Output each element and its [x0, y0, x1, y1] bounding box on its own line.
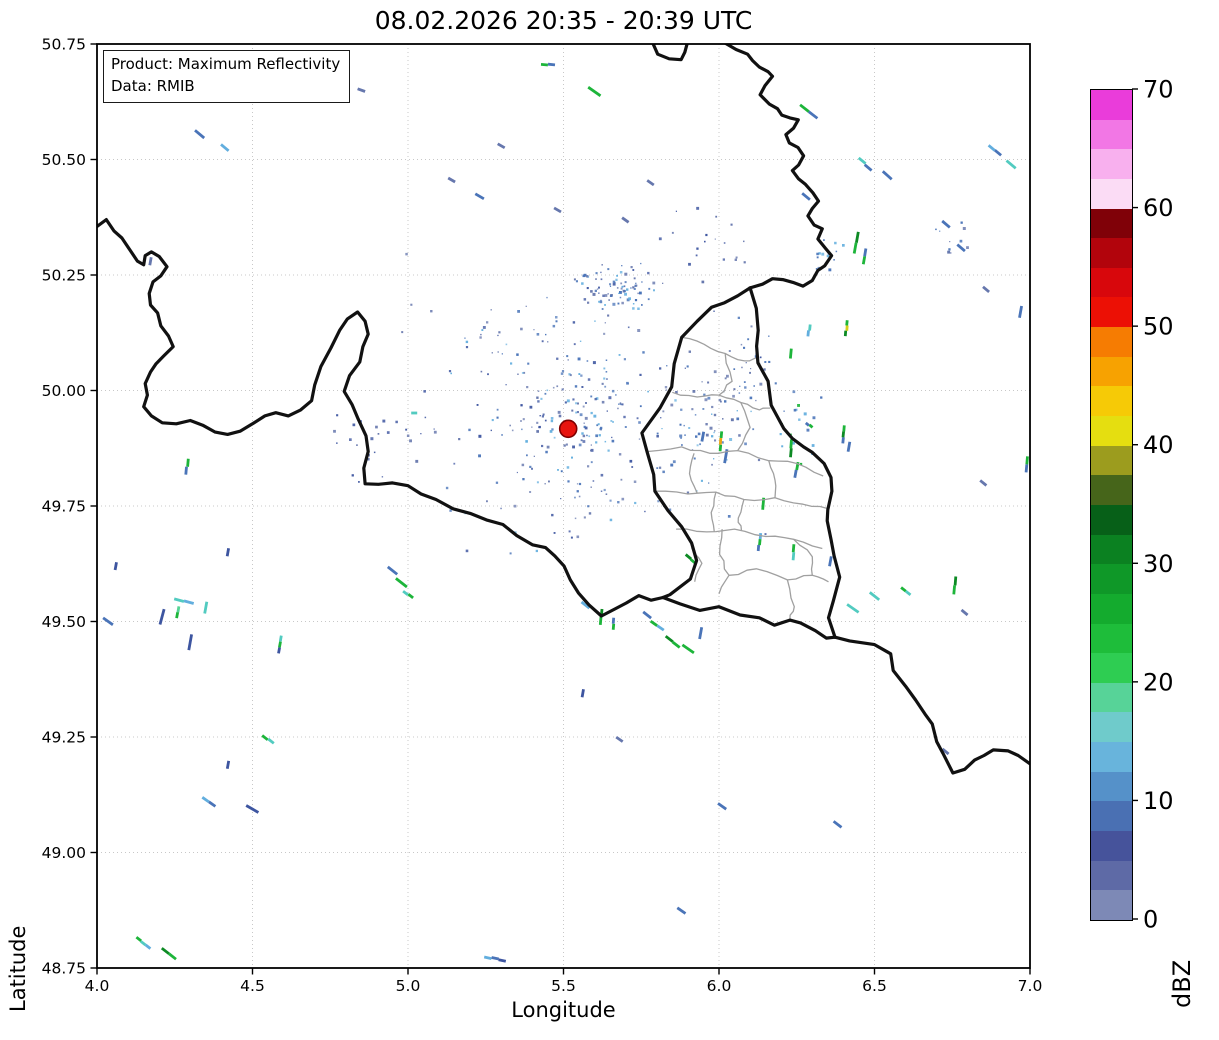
colorbar [1090, 89, 1133, 921]
colorbar-band [1091, 178, 1132, 209]
colorbar-band [1091, 208, 1132, 239]
colorbar-band [1091, 771, 1132, 802]
svg-text:50.75: 50.75 [42, 36, 86, 54]
svg-text:7.0: 7.0 [1018, 977, 1043, 995]
svg-text:49.25: 49.25 [42, 729, 86, 747]
data-source-label: Data: RMIB [111, 76, 195, 95]
svg-text:50.50: 50.50 [42, 151, 86, 169]
radar-site-marker [558, 419, 578, 439]
colorbar-band [1091, 119, 1132, 150]
svg-text:4.5: 4.5 [240, 977, 265, 995]
svg-text:6.5: 6.5 [862, 977, 887, 995]
svg-text:50.25: 50.25 [42, 267, 86, 285]
colorbar-band [1091, 860, 1132, 891]
y-axis-label: Latitude [6, 925, 30, 1012]
colorbar-band [1091, 801, 1132, 832]
colorbar-band [1091, 356, 1132, 387]
radar-echoes [102, 62, 1029, 963]
svg-text:50.00: 50.00 [42, 382, 86, 400]
colorbar-band [1091, 623, 1132, 654]
axis-ticks [90, 43, 1031, 975]
svg-text:49.00: 49.00 [42, 844, 86, 862]
colorbar-unit-label: dBZ [1168, 959, 1196, 1008]
colorbar-band [1091, 593, 1132, 624]
colorbar-band [1091, 534, 1132, 565]
x-axis-label: Longitude [511, 998, 616, 1022]
svg-text:48.75: 48.75 [42, 960, 86, 978]
svg-text:5.0: 5.0 [396, 977, 421, 995]
colorbar-band [1091, 504, 1132, 535]
radar-figure: 08.02.2026 20:35 - 20:39 UTC 4.0 4.5 5.0 5.… [0, 0, 1219, 1040]
colorbar-band [1091, 386, 1132, 417]
colorbar-band [1091, 297, 1132, 328]
colorbar-band [1091, 831, 1132, 861]
svg-text:49.50: 49.50 [42, 613, 86, 631]
regional-borders [648, 336, 829, 621]
gridlines [97, 44, 1030, 968]
tick-labels: 4.0 4.5 5.0 5.5 6.0 6.5 7.0 50.75 50.50 50.25 50.0… [42, 36, 1043, 996]
svg-text:5.5: 5.5 [551, 977, 576, 995]
colorbar-band [1091, 90, 1132, 120]
svg-text:0: 0 [1143, 906, 1158, 934]
colorbar-band [1091, 890, 1132, 920]
colorbar-band [1091, 742, 1132, 772]
svg-text:49.75: 49.75 [42, 498, 86, 516]
colorbar-band [1091, 149, 1132, 179]
svg-text:4.0: 4.0 [85, 977, 110, 995]
colorbar-band [1091, 416, 1132, 446]
colorbar-band [1091, 327, 1132, 357]
colorbar-band [1091, 475, 1132, 505]
info-box: Product: Maximum Reflectivity Data: RMIB [103, 50, 351, 103]
colorbar-band [1091, 238, 1132, 268]
plot-frame [96, 43, 1031, 969]
product-label: Product: Maximum Reflectivity [111, 55, 341, 73]
svg-text:6.0: 6.0 [707, 977, 732, 995]
colorbar-band [1091, 682, 1132, 713]
colorbar-band [1091, 564, 1132, 594]
colorbar-band [1091, 267, 1132, 298]
map-canvas: 4.0 4.5 5.0 5.5 6.0 6.5 7.0 50.75 50.50 50.25 50.0… [42, 36, 1174, 996]
colorbar-band [1091, 653, 1132, 683]
colorbar-band [1091, 445, 1132, 476]
colorbar-band [1091, 712, 1132, 743]
